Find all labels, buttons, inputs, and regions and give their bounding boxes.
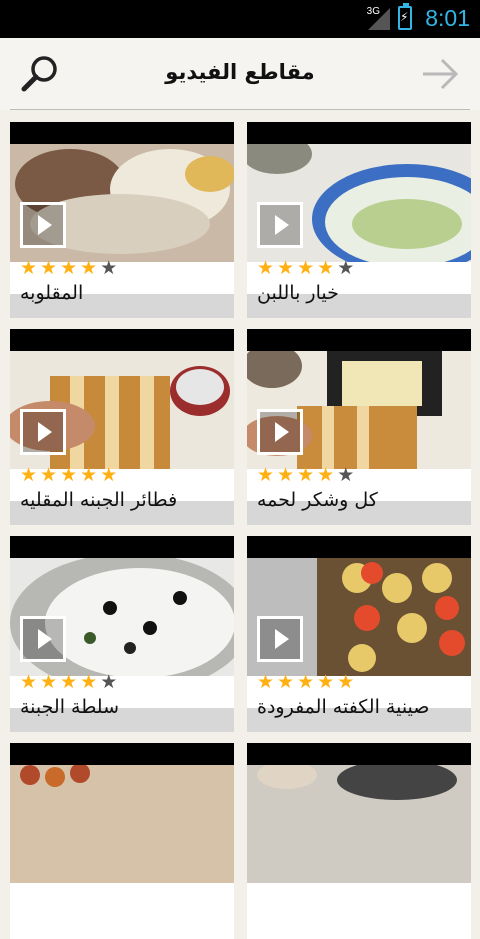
star-filled-icon: ★: [317, 671, 335, 693]
star-filled-icon: ★: [20, 257, 38, 279]
star-filled-icon: ★: [60, 257, 78, 279]
star-filled-icon: ★: [80, 464, 98, 486]
signal-icon: [368, 8, 390, 30]
play-icon[interactable]: [20, 616, 66, 662]
play-icon[interactable]: [257, 616, 303, 662]
star-filled-icon: ★: [20, 671, 38, 693]
star-empty-icon: ★: [337, 257, 355, 279]
star-filled-icon: ★: [80, 257, 98, 279]
video-title: كل وشكر لحمه: [257, 489, 378, 511]
star-filled-icon: ★: [80, 671, 98, 693]
star-filled-icon: ★: [317, 257, 335, 279]
video-title: صينية الكفته المفرودة: [257, 696, 430, 718]
play-icon[interactable]: [257, 202, 303, 248]
rating-stars: ★ ★ ★ ★ ★: [20, 465, 120, 485]
video-title: فطائر الجبنه المقليه: [20, 489, 178, 511]
star-empty-icon: ★: [100, 257, 118, 279]
star-filled-icon: ★: [297, 671, 315, 693]
video-card[interactable]: [247, 743, 471, 939]
star-filled-icon: ★: [297, 257, 315, 279]
star-filled-icon: ★: [60, 671, 78, 693]
star-filled-icon: ★: [100, 464, 118, 486]
video-card[interactable]: ★ ★ ★ ★ ★ خيار باللبن: [247, 122, 471, 318]
star-empty-icon: ★: [100, 671, 118, 693]
video-card[interactable]: ★ ★ ★ ★ ★ فطائر الجبنه المقليه: [10, 329, 234, 525]
video-title: خيار باللبن: [257, 282, 339, 304]
rating-stars: ★ ★ ★ ★ ★: [20, 258, 120, 278]
star-filled-icon: ★: [60, 464, 78, 486]
video-thumbnail: [247, 765, 471, 883]
play-icon[interactable]: [20, 409, 66, 455]
status-bar: 3G 8:01: [0, 0, 480, 38]
rating-stars: ★ ★ ★ ★ ★: [257, 672, 357, 692]
action-bar: مقاطع الفيديو: [0, 38, 480, 110]
rating-stars: ★ ★ ★ ★ ★: [257, 465, 357, 485]
star-filled-icon: ★: [40, 464, 58, 486]
video-card[interactable]: ★ ★ ★ ★ ★ كل وشكر لحمه: [247, 329, 471, 525]
video-card[interactable]: ★ ★ ★ ★ ★ المقلوبه: [10, 122, 234, 318]
video-title: المقلوبه: [20, 282, 84, 304]
star-filled-icon: ★: [20, 464, 38, 486]
video-card[interactable]: [10, 743, 234, 939]
battery-icon: [398, 3, 412, 30]
play-icon[interactable]: [20, 202, 66, 248]
page-title: مقاطع الفيديو: [165, 60, 315, 84]
video-title: سلطة الجبنة: [20, 696, 120, 718]
star-filled-icon: ★: [337, 671, 355, 693]
video-thumbnail: [10, 765, 234, 883]
star-filled-icon: ★: [257, 257, 275, 279]
forward-arrow-icon[interactable]: [420, 54, 460, 94]
star-empty-icon: ★: [337, 464, 355, 486]
header-divider: [10, 109, 470, 110]
star-filled-icon: ★: [277, 671, 295, 693]
star-filled-icon: ★: [277, 464, 295, 486]
star-filled-icon: ★: [277, 257, 295, 279]
video-card[interactable]: ★ ★ ★ ★ ★ صينية الكفته المفرودة: [247, 536, 471, 732]
rating-stars: ★ ★ ★ ★ ★: [257, 258, 357, 278]
star-filled-icon: ★: [40, 257, 58, 279]
rating-stars: ★ ★ ★ ★ ★: [20, 672, 120, 692]
star-filled-icon: ★: [317, 464, 335, 486]
video-card[interactable]: ★ ★ ★ ★ ★ سلطة الجبنة: [10, 536, 234, 732]
star-filled-icon: ★: [297, 464, 315, 486]
star-filled-icon: ★: [257, 464, 275, 486]
clock: 8:01: [425, 5, 470, 31]
star-filled-icon: ★: [40, 671, 58, 693]
star-filled-icon: ★: [257, 671, 275, 693]
play-icon[interactable]: [257, 409, 303, 455]
